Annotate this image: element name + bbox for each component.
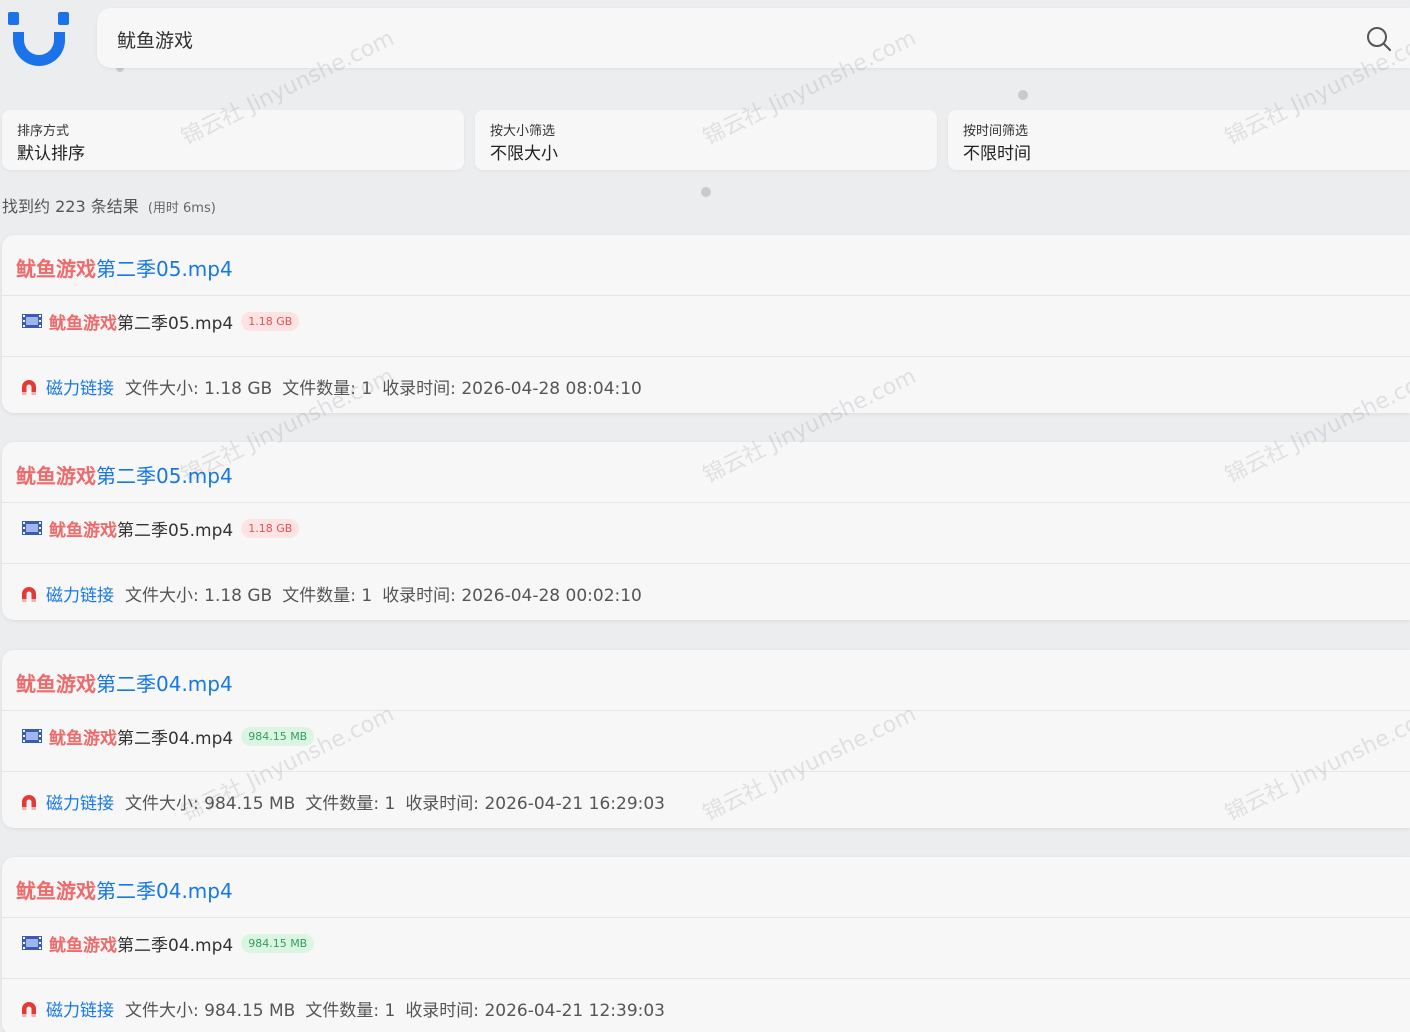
magnet-icon bbox=[22, 1001, 36, 1017]
title-rest: 第二季05.mp4 bbox=[96, 257, 233, 281]
filter-value[interactable]: 默认排序 bbox=[17, 139, 85, 164]
size-badge: 984.15 MB bbox=[241, 933, 315, 953]
page: 鱿鱼游戏 排序方式 默认排序 按大小筛选 不限大小 按时间筛选 不限时间 找到约… bbox=[0, 0, 1410, 1032]
film-icon bbox=[22, 729, 42, 743]
search-timing: (用时 6ms) bbox=[147, 201, 216, 216]
file-size: 文件大小: 1.18 GB bbox=[125, 379, 273, 399]
magnet-link[interactable]: 磁力链接 bbox=[46, 374, 114, 399]
meta-row: 磁力链接 文件大小: 1.18 GB 文件数量: 1 收录时间: 2026-04… bbox=[20, 374, 652, 399]
size-filter[interactable]: 按大小筛选 不限大小 bbox=[475, 110, 937, 170]
indexed-time: 收录时间: 2026-04-21 16:29:03 bbox=[405, 794, 665, 814]
result-card: 鱿鱼游戏第二季04.mp4 鱿鱼游戏第二季04.mp4 984.15 MB 磁力… bbox=[2, 857, 1410, 1032]
result-title-link[interactable]: 鱿鱼游戏第二季05.mp4 bbox=[16, 253, 233, 282]
file-count: 文件数量: 1 bbox=[305, 1001, 396, 1021]
file-row: 鱿鱼游戏第二季05.mp4 1.18 GB bbox=[22, 516, 300, 541]
result-title-link[interactable]: 鱿鱼游戏第二季04.mp4 bbox=[16, 668, 233, 697]
result-card: 鱿鱼游戏第二季05.mp4 鱿鱼游戏第二季05.mp4 1.18 GB 磁力链接… bbox=[2, 442, 1410, 620]
divider bbox=[2, 978, 1410, 979]
time-filter[interactable]: 按时间筛选 不限时间 bbox=[948, 110, 1410, 170]
magnet-link[interactable]: 磁力链接 bbox=[46, 789, 114, 814]
file-highlight: 鱿鱼游戏 bbox=[49, 313, 117, 334]
file-rest: 第二季04.mp4 bbox=[117, 935, 234, 956]
divider bbox=[2, 356, 1410, 357]
divider bbox=[2, 502, 1410, 503]
file-count: 文件数量: 1 bbox=[282, 586, 373, 606]
file-count: 文件数量: 1 bbox=[282, 379, 373, 399]
title-highlight: 鱿鱼游戏 bbox=[16, 464, 96, 488]
meta-row: 磁力链接 文件大小: 1.18 GB 文件数量: 1 收录时间: 2026-04… bbox=[20, 581, 652, 606]
file-rest: 第二季04.mp4 bbox=[117, 728, 234, 749]
title-rest: 第二季04.mp4 bbox=[96, 672, 233, 696]
file-name: 鱿鱼游戏第二季04.mp4 bbox=[49, 724, 233, 749]
title-highlight: 鱿鱼游戏 bbox=[16, 672, 96, 696]
search-icon[interactable] bbox=[1366, 26, 1392, 52]
file-highlight: 鱿鱼游戏 bbox=[49, 728, 117, 749]
filter-label: 按大小筛选 bbox=[490, 124, 556, 139]
filter-label: 按时间筛选 bbox=[963, 124, 1029, 139]
decor-dot bbox=[1018, 90, 1028, 100]
summary-suffix: 条结果 bbox=[85, 197, 139, 216]
result-count: 223 bbox=[55, 197, 86, 216]
file-size: 文件大小: 984.15 MB bbox=[125, 794, 296, 814]
size-badge: 1.18 GB bbox=[241, 311, 300, 331]
file-count: 文件数量: 1 bbox=[305, 794, 396, 814]
divider bbox=[2, 563, 1410, 564]
magnet-link[interactable]: 磁力链接 bbox=[46, 581, 114, 606]
filter-value[interactable]: 不限时间 bbox=[963, 139, 1031, 164]
result-card: 鱿鱼游戏第二季04.mp4 鱿鱼游戏第二季04.mp4 984.15 MB 磁力… bbox=[2, 650, 1410, 828]
divider bbox=[2, 710, 1410, 711]
summary-prefix: 找到约 bbox=[2, 197, 56, 216]
filter-label: 排序方式 bbox=[17, 124, 70, 139]
result-title-link[interactable]: 鱿鱼游戏第二季04.mp4 bbox=[16, 875, 233, 904]
film-icon bbox=[22, 521, 42, 535]
filter-value[interactable]: 不限大小 bbox=[490, 139, 558, 164]
magnet-icon bbox=[22, 379, 36, 395]
search-input[interactable]: 鱿鱼游戏 bbox=[117, 26, 193, 53]
indexed-time: 收录时间: 2026-04-28 00:02:10 bbox=[382, 586, 642, 606]
file-size: 文件大小: 1.18 GB bbox=[125, 586, 273, 606]
file-name: 鱿鱼游戏第二季05.mp4 bbox=[49, 516, 233, 541]
indexed-time: 收录时间: 2026-04-28 08:04:10 bbox=[382, 379, 642, 399]
file-row: 鱿鱼游戏第二季05.mp4 1.18 GB bbox=[22, 309, 300, 334]
magnet-link[interactable]: 磁力链接 bbox=[46, 996, 114, 1021]
title-rest: 第二季05.mp4 bbox=[96, 464, 233, 488]
search-bar[interactable]: 鱿鱼游戏 bbox=[97, 8, 1410, 68]
divider bbox=[2, 295, 1410, 296]
sort-filter[interactable]: 排序方式 默认排序 bbox=[2, 110, 464, 170]
file-name: 鱿鱼游戏第二季05.mp4 bbox=[49, 309, 233, 334]
title-highlight: 鱿鱼游戏 bbox=[16, 257, 96, 281]
magnet-icon bbox=[22, 586, 36, 602]
title-highlight: 鱿鱼游戏 bbox=[16, 879, 96, 903]
film-icon bbox=[22, 314, 42, 328]
file-size: 文件大小: 984.15 MB bbox=[125, 1001, 296, 1021]
film-icon bbox=[22, 936, 42, 950]
file-rest: 第二季05.mp4 bbox=[117, 313, 234, 334]
indexed-time: 收录时间: 2026-04-21 12:39:03 bbox=[405, 1001, 665, 1021]
result-title-link[interactable]: 鱿鱼游戏第二季05.mp4 bbox=[16, 460, 233, 489]
file-rest: 第二季05.mp4 bbox=[117, 520, 234, 541]
size-badge: 1.18 GB bbox=[241, 518, 300, 538]
meta-row: 磁力链接 文件大小: 984.15 MB 文件数量: 1 收录时间: 2026-… bbox=[20, 789, 675, 814]
decor-dot bbox=[701, 187, 711, 197]
file-row: 鱿鱼游戏第二季04.mp4 984.15 MB bbox=[22, 724, 315, 749]
result-summary: 找到约 223 条结果 (用时 6ms) bbox=[2, 193, 216, 217]
file-name: 鱿鱼游戏第二季04.mp4 bbox=[49, 931, 233, 956]
divider bbox=[2, 917, 1410, 918]
size-badge: 984.15 MB bbox=[241, 726, 315, 746]
result-card: 鱿鱼游戏第二季05.mp4 鱿鱼游戏第二季05.mp4 1.18 GB 磁力链接… bbox=[2, 235, 1410, 413]
file-highlight: 鱿鱼游戏 bbox=[49, 935, 117, 956]
file-row: 鱿鱼游戏第二季04.mp4 984.15 MB bbox=[22, 931, 315, 956]
magnet-icon bbox=[22, 794, 36, 810]
divider bbox=[2, 771, 1410, 772]
title-rest: 第二季04.mp4 bbox=[96, 879, 233, 903]
logo-icon[interactable] bbox=[6, 10, 72, 70]
file-highlight: 鱿鱼游戏 bbox=[49, 520, 117, 541]
meta-row: 磁力链接 文件大小: 984.15 MB 文件数量: 1 收录时间: 2026-… bbox=[20, 996, 675, 1021]
